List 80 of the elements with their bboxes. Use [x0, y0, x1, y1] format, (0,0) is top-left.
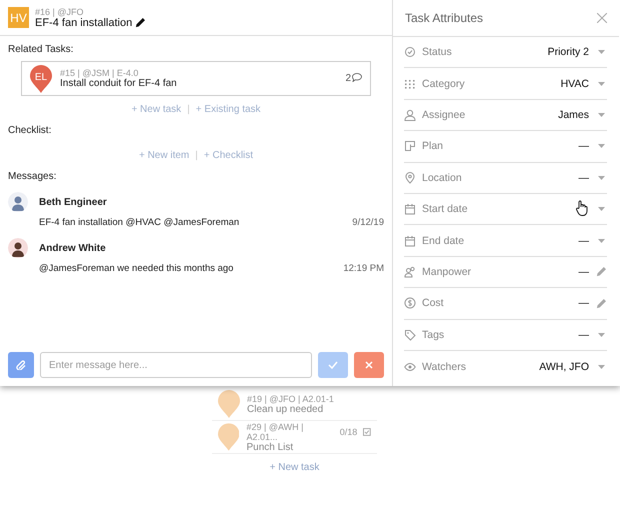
avatar — [8, 192, 28, 212]
caret-icon[interactable] — [598, 176, 604, 180]
separator: | — [195, 150, 198, 161]
person-icon — [404, 108, 416, 121]
message-time: 12:19 PM — [343, 263, 384, 274]
related-task-meta: #15 | @JSM | E-4.0 — [60, 68, 140, 78]
attribute-label: Status — [422, 46, 452, 58]
comment-icon — [352, 73, 362, 82]
caret-icon[interactable] — [598, 144, 604, 148]
attribute-label: Location — [422, 172, 462, 184]
panel-title: Task Attributes — [405, 11, 484, 25]
attribute-value[interactable]: James — [558, 108, 589, 121]
attribute-value[interactable]: — — [578, 140, 589, 152]
pencil-icon[interactable] — [135, 17, 146, 28]
cancel-button[interactable] — [354, 352, 384, 378]
task-avatar: HV — [8, 7, 29, 28]
dollar-icon — [404, 297, 416, 310]
hand-cursor-icon — [575, 200, 589, 216]
checkbox-icon — [363, 428, 371, 436]
task-meta: #19 | @JFO | A2.01-1 — [247, 394, 334, 404]
message-text: @JamesForeman we needed this months ago — [39, 263, 234, 274]
attribute-label: Tags — [422, 328, 444, 341]
attribute-value[interactable]: — — [578, 172, 589, 184]
paperclip-icon — [16, 360, 26, 370]
task-meta: #29 | @AWH | A2.01... — [246, 422, 304, 442]
attribute-label: Start date — [422, 203, 468, 216]
caret-icon[interactable] — [598, 364, 604, 369]
task-title: Clean up needed — [247, 404, 324, 414]
message-time: 9/12/19 — [352, 217, 384, 228]
comment-count: 2 — [345, 73, 351, 84]
message-text: EF-4 fan installation @HVAC @JamesForeman — [39, 217, 240, 228]
task-pin-avatar: EL — [30, 64, 52, 92]
task-meta: #16 | @JFO — [35, 6, 84, 16]
message-input[interactable]: Enter message here... — [40, 352, 312, 378]
related-task-title: Install conduit for EF-4 fan — [60, 78, 177, 89]
eye-icon — [404, 360, 416, 373]
section-label: Messages: — [8, 171, 58, 182]
send-button[interactable] — [318, 352, 348, 378]
caret-icon[interactable] — [598, 207, 604, 212]
attribute-value[interactable]: AWH, JFO — [539, 360, 589, 373]
tag-icon — [404, 328, 416, 341]
close-icon[interactable] — [597, 13, 607, 23]
close-icon — [365, 361, 373, 369]
caret-icon[interactable] — [598, 82, 604, 86]
attribute-label: Category — [422, 78, 465, 90]
caret-icon[interactable] — [598, 332, 604, 337]
message-author: Beth Engineer — [39, 196, 108, 208]
attribute-label: Cost — [422, 297, 444, 310]
task-title: EF-4 fan installation — [35, 16, 132, 28]
check-circle-icon — [404, 46, 416, 58]
message-author: Andrew White — [39, 242, 107, 254]
attribute-value[interactable]: — — [578, 234, 589, 247]
check-icon — [328, 361, 338, 369]
caret-icon[interactable] — [598, 50, 604, 54]
related-task-card[interactable]: EL #15 | @JSM | E-4.0 Install conduit for EF-4 fan 2 — [21, 61, 371, 96]
attribute-label: Manpower — [422, 266, 472, 278]
attribute-value[interactable]: HVAC — [560, 78, 589, 90]
attribute-label: Plan — [422, 140, 444, 152]
attribute-value[interactable]: — — [578, 297, 589, 310]
attribute-value[interactable]: — — [578, 266, 589, 278]
attribute-label: Assignee — [422, 108, 466, 121]
attribute-value[interactable]: Priority 2 — [548, 46, 589, 58]
caret-icon[interactable] — [598, 238, 604, 243]
plan-icon — [404, 140, 416, 152]
avatar — [8, 238, 28, 258]
attribute-label: Watchers — [422, 360, 466, 373]
grid-icon — [404, 78, 416, 90]
caret-icon[interactable] — [598, 112, 604, 117]
separator: | — [187, 104, 190, 115]
checklist-count: 0/18 — [340, 426, 358, 436]
location-pin-icon — [404, 172, 416, 184]
section-label: Related Tasks: — [8, 44, 74, 55]
section-label: Checklist: — [8, 125, 52, 136]
people-icon — [404, 266, 416, 278]
calendar-icon — [404, 203, 416, 216]
attribute-value[interactable]: — — [578, 328, 589, 341]
attribute-label: End date — [422, 234, 464, 247]
calendar-icon — [404, 234, 416, 247]
task-title: Punch List — [246, 442, 294, 452]
attach-button[interactable] — [8, 352, 34, 378]
